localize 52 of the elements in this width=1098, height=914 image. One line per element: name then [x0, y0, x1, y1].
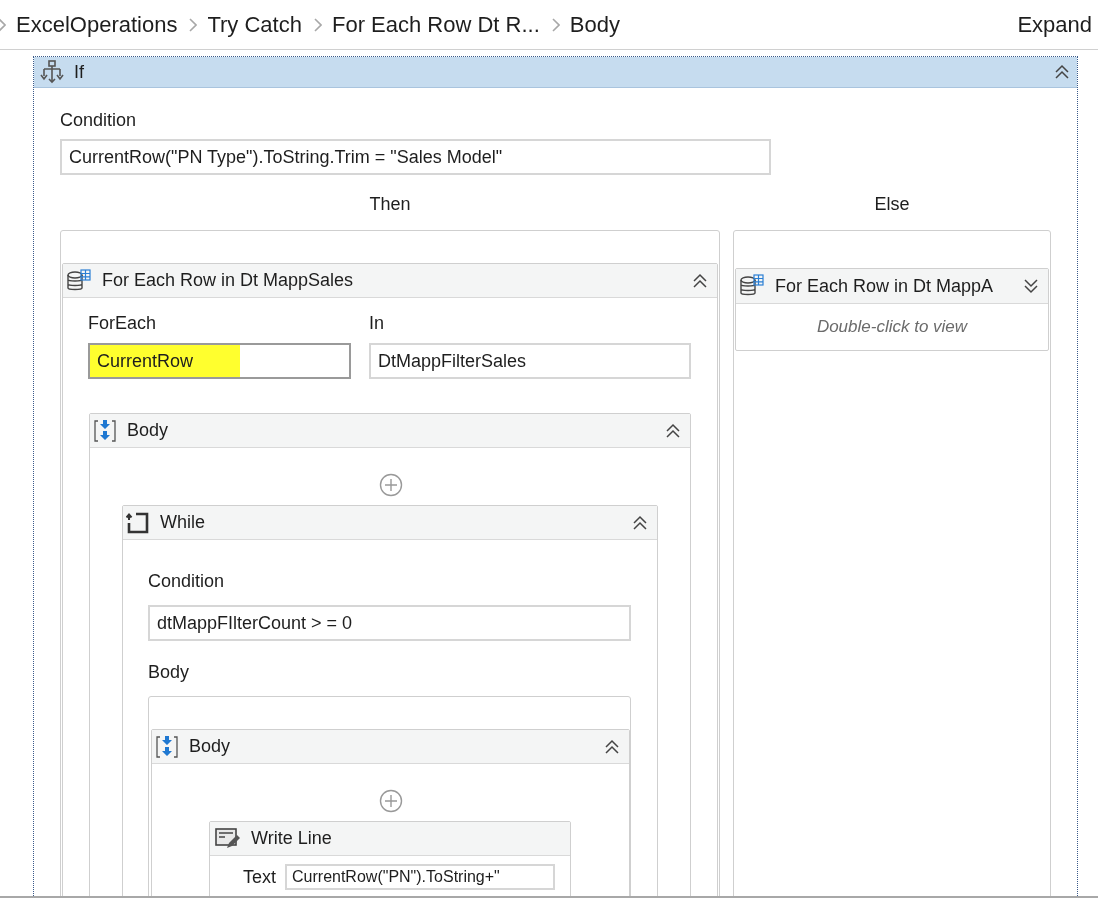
activity-header[interactable]: For Each Row in Dt MappA	[736, 269, 1048, 304]
collapse-button[interactable]	[691, 271, 709, 290]
activity-header[interactable]: Body	[90, 414, 690, 448]
chevron-right-icon	[189, 17, 198, 32]
chevron-right-icon	[0, 17, 6, 32]
chevron-right-icon	[313, 17, 322, 32]
expand-button[interactable]	[1022, 277, 1040, 295]
collapse-button[interactable]	[603, 737, 621, 756]
activity-title: If	[74, 61, 84, 83]
breadcrumb-item[interactable]: Body	[569, 11, 620, 38]
collapse-button[interactable]	[1053, 63, 1071, 81]
add-activity-icon[interactable]	[379, 789, 403, 813]
double-click-hint: Double-click to view	[815, 316, 969, 338]
activity-header[interactable]: While	[123, 506, 657, 540]
breadcrumb-item[interactable]: ExcelOperations	[16, 11, 178, 38]
activity-title: For Each Row in Dt MappSales	[102, 270, 354, 291]
breadcrumb-item[interactable]: For Each Row Dt R...	[331, 11, 540, 38]
body-label: Body	[148, 661, 191, 683]
then-label: Then	[368, 193, 412, 215]
breadcrumb-item[interactable]: Try Catch	[207, 11, 302, 38]
else-label: Else	[873, 193, 911, 215]
loop-icon	[126, 510, 150, 535]
collapse-button[interactable]	[631, 513, 649, 532]
in-label: In	[369, 312, 385, 334]
if-activity-header[interactable]: If	[34, 57, 1077, 88]
activity-header[interactable]: For Each Row in Dt MappSales	[63, 264, 717, 298]
activity-header[interactable]: Body	[152, 730, 629, 764]
activity-title: While	[160, 512, 205, 533]
sequence-icon	[155, 734, 179, 759]
activity-title: Body	[127, 420, 169, 441]
activity-title: Write Line	[251, 828, 332, 849]
activity-title: For Each Row in Dt MappA	[775, 275, 994, 297]
branch-icon	[40, 60, 64, 84]
foreach-field[interactable]: CurrentRow	[88, 343, 351, 379]
chevron-right-icon	[551, 17, 560, 32]
condition-label: Condition	[148, 570, 226, 592]
foreach-label: ForEach	[88, 312, 158, 334]
expand-link[interactable]: Expand	[1017, 11, 1092, 38]
text-label: Text	[243, 866, 276, 888]
condition-field[interactable]: dtMappFIlterCount > = 0	[148, 605, 631, 641]
database-table-icon	[66, 268, 92, 293]
in-field[interactable]: DtMappFilterSales	[369, 343, 691, 379]
collapse-button[interactable]	[664, 421, 682, 440]
sequence-icon	[93, 418, 117, 443]
text-field[interactable]: CurrentRow("PN").ToString+"	[285, 864, 555, 890]
add-activity-icon[interactable]	[379, 473, 403, 497]
activity-header[interactable]: Write Line	[210, 822, 570, 856]
condition-label: Condition	[60, 109, 138, 131]
console-pencil-icon	[215, 826, 241, 851]
database-table-icon	[739, 274, 765, 298]
activity-title: Body	[189, 736, 231, 757]
condition-field[interactable]: CurrentRow("PN Type").ToString.Trim = "Sales Model"	[60, 139, 771, 175]
